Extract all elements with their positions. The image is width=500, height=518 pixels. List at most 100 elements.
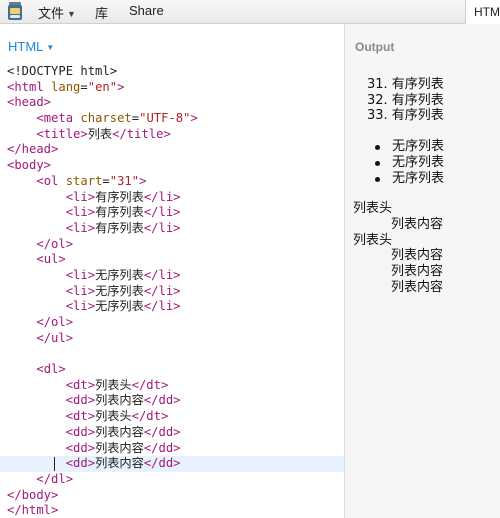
code-line[interactable]: </html> bbox=[0, 503, 344, 518]
code-token: "en" bbox=[87, 79, 118, 94]
code-token: <li> bbox=[65, 220, 96, 235]
code-line[interactable]: <li>有序列表</li> bbox=[0, 190, 344, 206]
code-line[interactable]: <dd>列表内容</dd> bbox=[0, 441, 344, 457]
code-line[interactable]: <head> bbox=[0, 95, 344, 111]
code-token: <meta bbox=[36, 111, 74, 126]
unordered-list-item: 无序列表 bbox=[353, 139, 499, 155]
definition-description: 列表内容 bbox=[391, 248, 444, 264]
code-editor[interactable]: <!DOCTYPE html> <html lang="en"> <head> <m… bbox=[0, 64, 344, 518]
code-line[interactable]: </ol> bbox=[0, 237, 344, 253]
code-line[interactable] bbox=[0, 346, 344, 362]
code-token: <li> bbox=[65, 189, 96, 204]
code-token: "31" bbox=[109, 173, 140, 188]
chevron-down-icon: ▼ bbox=[67, 9, 76, 19]
code-token: </body> bbox=[7, 487, 59, 502]
code-token: </dt> bbox=[131, 377, 169, 392]
code-token: = bbox=[102, 173, 110, 188]
unordered-list-item: 无序列表 bbox=[353, 155, 499, 171]
code-token: <dd> bbox=[65, 440, 96, 455]
code-token: charset bbox=[80, 111, 132, 126]
code-token: </dd> bbox=[143, 456, 181, 471]
chevron-down-icon: ▼ bbox=[46, 43, 55, 52]
code-token: </li> bbox=[143, 220, 181, 235]
code-token: lang bbox=[51, 79, 81, 94]
code-token: 有序列表 bbox=[95, 189, 144, 204]
menu-file-label: 文件 bbox=[38, 6, 65, 21]
code-line[interactable]: <dt>列表头</dt> bbox=[0, 409, 344, 425]
menu-bar: 文件 ▼ 库 Share HTM bbox=[0, 0, 500, 24]
code-line[interactable]: <li>有序列表</li> bbox=[0, 221, 344, 237]
code-token: <dl> bbox=[36, 362, 66, 377]
code-line[interactable]: <!DOCTYPE html> bbox=[0, 64, 344, 80]
text-cursor bbox=[54, 457, 55, 472]
app-icon[interactable] bbox=[6, 1, 24, 22]
code-token: 有序列表 bbox=[95, 205, 144, 220]
code-line[interactable]: <ul> bbox=[0, 252, 344, 268]
language-select[interactable]: HTML ▼ bbox=[8, 39, 54, 54]
code-token: > bbox=[190, 111, 198, 126]
code-line[interactable]: <li>无序列表</li> bbox=[0, 268, 344, 284]
ordered-list-item: 31. 有序列表 bbox=[367, 77, 444, 92]
code-line[interactable]: <dl> bbox=[0, 362, 344, 378]
menu-library[interactable]: 库 bbox=[95, 3, 108, 22]
menu-file[interactable]: 文件 ▼ bbox=[38, 3, 76, 22]
output-preview: 31. 有序列表 32. 有序列表 33. 有序列表 无序列表 无序列表 无序列表 列表头列… bbox=[353, 77, 499, 295]
code-line[interactable]: <dd>列表内容</dd> bbox=[0, 425, 344, 441]
code-line[interactable]: <li>有序列表</li> bbox=[0, 205, 344, 221]
definition-list: 列表头 列表内容 列表头 列表内容 列表内容 列表内容 bbox=[353, 201, 499, 295]
ordered-list-item: 32. 有序列表 bbox=[367, 92, 444, 108]
code-line[interactable]: <dd>列表内容</dd> bbox=[0, 393, 344, 409]
code-token: <title> bbox=[36, 126, 88, 141]
code-token: </ul> bbox=[36, 330, 74, 345]
code-line[interactable]: <meta charset="UTF-8"> bbox=[0, 111, 344, 127]
code-token: <li> bbox=[65, 267, 96, 282]
code-line[interactable]: <li>无序列表</li> bbox=[0, 299, 344, 315]
code-line[interactable]: <title>列表</title> bbox=[0, 127, 344, 143]
code-line[interactable]: <dd>列表内容</dd> bbox=[0, 456, 344, 472]
code-line[interactable]: <body> bbox=[0, 158, 344, 174]
code-token: </li> bbox=[143, 267, 181, 282]
code-line[interactable]: <dt>列表头</dt> bbox=[0, 378, 344, 394]
code-line[interactable]: </head> bbox=[0, 142, 344, 158]
definition-term: 列表头 bbox=[353, 201, 393, 217]
unordered-list-item: 无序列表 bbox=[353, 171, 499, 187]
definition-description: 列表内容 bbox=[391, 264, 444, 280]
ordered-list-item: 33. 有序列表 bbox=[367, 108, 444, 124]
code-line[interactable]: </ol> bbox=[0, 315, 344, 331]
code-line[interactable]: <html lang="en"> bbox=[0, 80, 344, 96]
unordered-list: 无序列表 无序列表 无序列表 bbox=[353, 139, 499, 186]
code-line[interactable]: </ul> bbox=[0, 331, 344, 347]
code-token: 列表内容 bbox=[95, 393, 144, 408]
menu-share-label: Share bbox=[129, 3, 164, 18]
tab-html[interactable]: HTM bbox=[465, 0, 500, 24]
output-pane: Output 31. 有序列表 32. 有序列表 33. 有序列表 无序列表 无序列表无… bbox=[344, 24, 500, 518]
code-token: 列表头 bbox=[95, 377, 132, 392]
code-token: 列表内容 bbox=[95, 456, 144, 471]
code-line[interactable]: <ol start="31"> bbox=[0, 174, 344, 190]
code-line[interactable]: </dl> bbox=[0, 472, 344, 488]
definition-description: 列表内容 bbox=[391, 279, 444, 295]
menu-share[interactable]: Share bbox=[129, 3, 164, 18]
code-token: <li> bbox=[65, 283, 96, 298]
code-token: </dd> bbox=[143, 424, 181, 439]
editor-pane: HTML ▼ <!DOCTYPE html> <html lang="en"> <he… bbox=[0, 24, 344, 518]
code-token: 无序列表 bbox=[95, 267, 144, 282]
code-token: <ul> bbox=[36, 252, 66, 267]
code-line[interactable]: </body> bbox=[0, 488, 344, 504]
code-line[interactable]: <li>无序列表</li> bbox=[0, 284, 344, 300]
code-token: 列表内容 bbox=[95, 424, 144, 439]
